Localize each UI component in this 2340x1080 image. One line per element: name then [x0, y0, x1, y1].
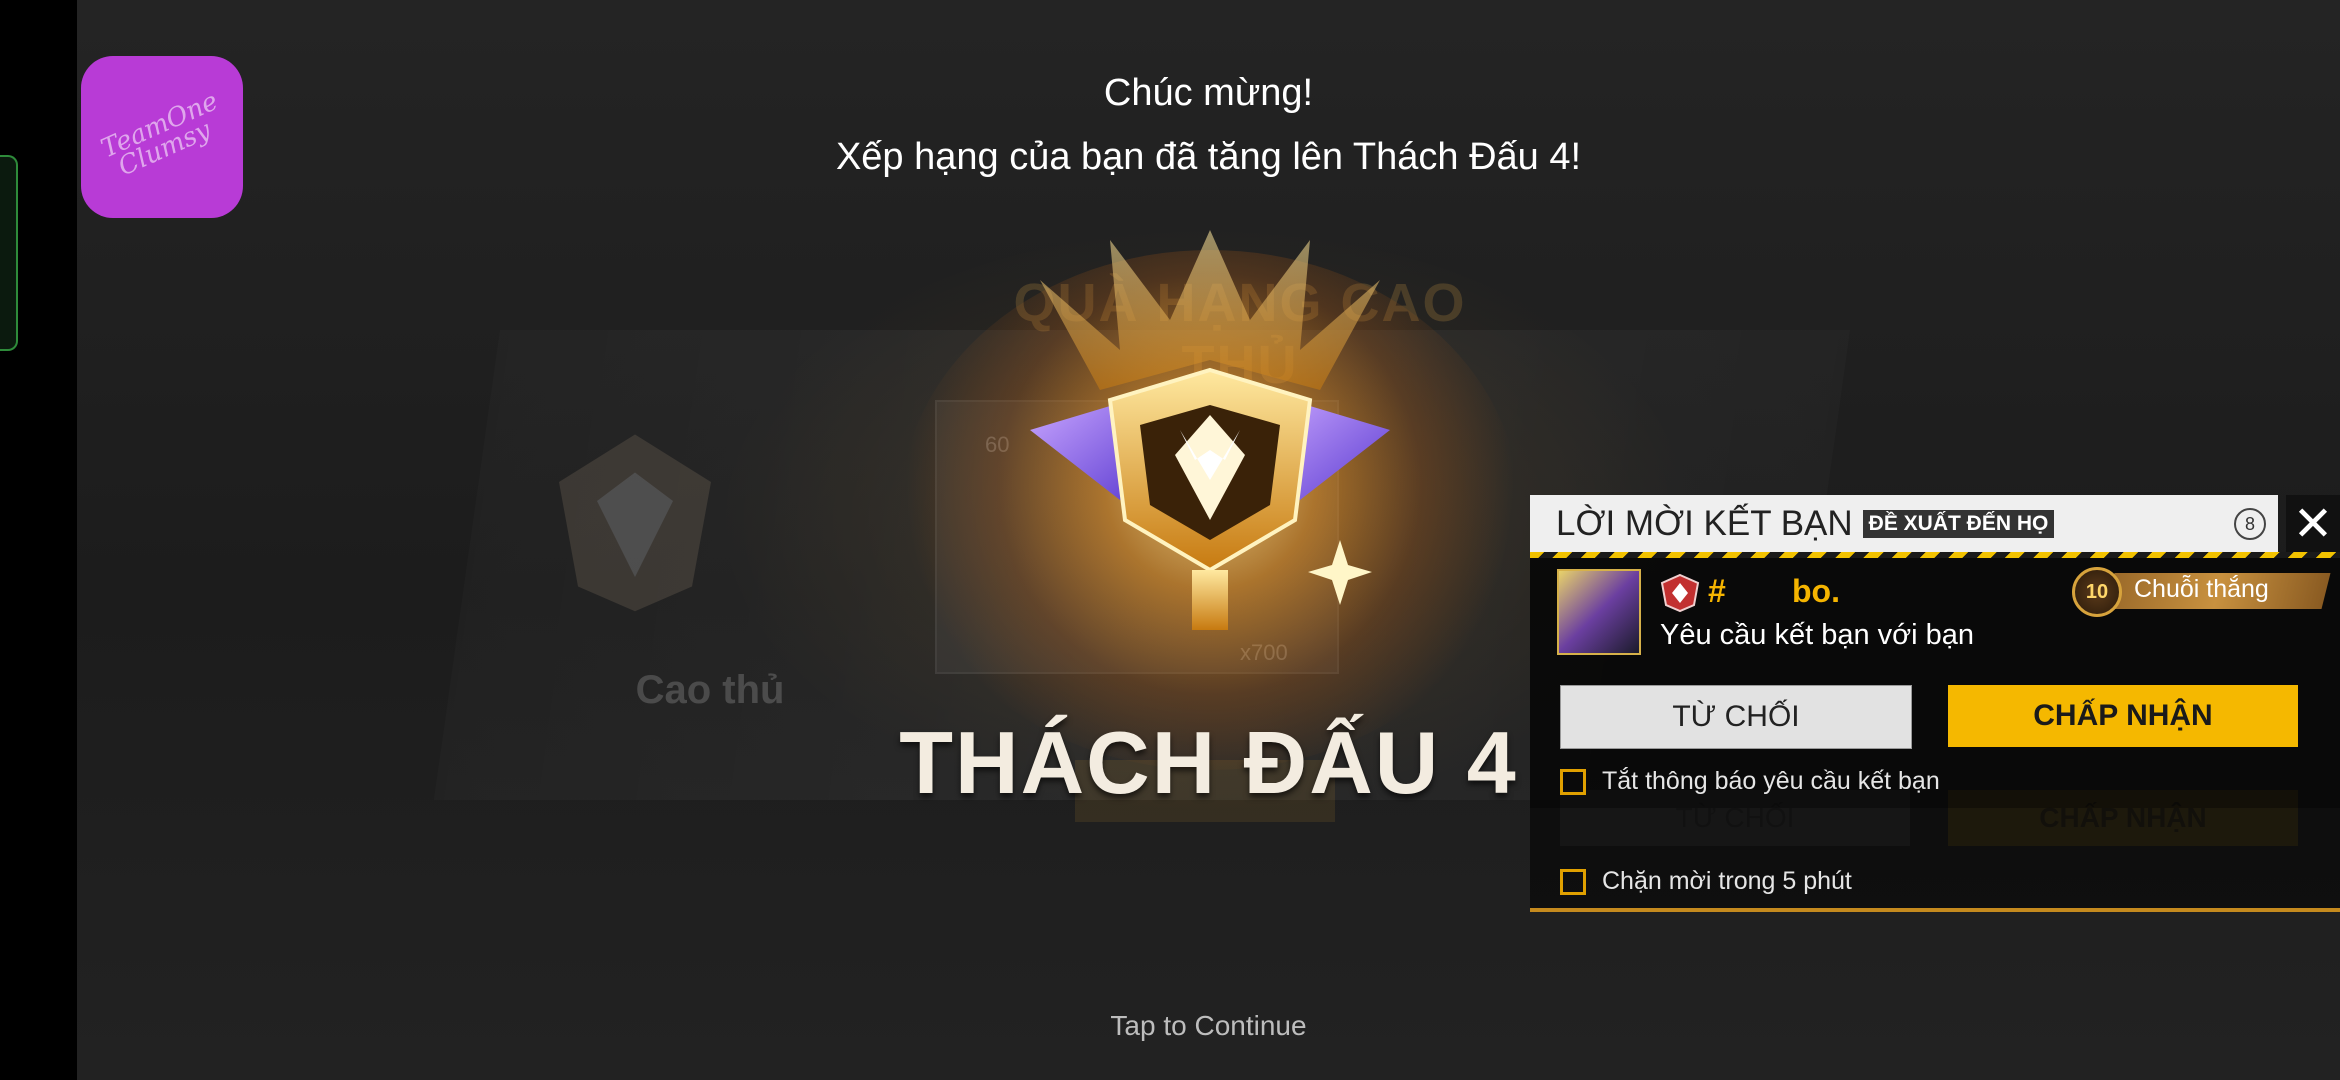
streak-label: Chuỗi thắng [2134, 575, 2269, 603]
congrats-heading: Chúc mừng! [1103, 72, 1314, 114]
request-message: Yêu cầu kết bạn với bạn [1660, 619, 1975, 651]
player-avatar[interactable] [1557, 569, 1641, 655]
mute-requests-checkbox[interactable] [1560, 768, 1586, 795]
streak-number: 10 [2072, 567, 2122, 617]
player-name: bo. [1792, 573, 1840, 609]
close-icon[interactable]: ✕ [2286, 495, 2340, 552]
tap-to-continue[interactable]: Tap to Continue [77, 1010, 2340, 1042]
rank-emblem-icon [1030, 230, 1390, 630]
mute-requests-option[interactable]: Tắt thông báo yêu cầu kết bạn [1560, 767, 1940, 796]
background-rank-badge-icon [559, 434, 711, 612]
popup-subtitle-tag: ĐỀ XUẤT ĐẾN HỌ [1862, 509, 2055, 538]
background-rank-label: Cao thủ [635, 668, 785, 712]
congrats-message: Xếp hạng của bạn đã tăng lên Thách Đấu 4… [835, 136, 1582, 178]
win-streak-badge: 10 Chuỗi thắng [2070, 567, 2340, 617]
request-count-badge: 8 [2234, 508, 2266, 540]
block-invites-checkbox[interactable] [1560, 868, 1586, 895]
block-invites-label: Chặn mời trong 5 phút [1602, 867, 1852, 895]
popup-header: LỜI MỜI KẾT BẠN ĐỀ XUẤT ĐẾN HỌ 8 [1530, 495, 2278, 552]
player-hash: # [1708, 573, 1726, 609]
popup-lower-panel [1530, 808, 2340, 912]
side-handle[interactable] [0, 155, 18, 351]
mute-requests-label: Tắt thông báo yêu cầu kết bạn [1602, 767, 1940, 795]
friend-request-popup: LỜI MỜI KẾT BẠN ĐỀ XUẤT ĐẾN HỌ 8 ✕ # bo.… [1530, 495, 2340, 915]
accept-button[interactable]: CHẤP NHẬN [1948, 685, 2298, 747]
popup-title: LỜI MỜI KẾT BẠN [1556, 503, 1853, 543]
block-invites-option[interactable]: Chặn mời trong 5 phút [1560, 867, 1852, 896]
rank-badge-icon [1660, 573, 1700, 613]
decline-button[interactable]: TỪ CHỐI [1560, 685, 1912, 749]
